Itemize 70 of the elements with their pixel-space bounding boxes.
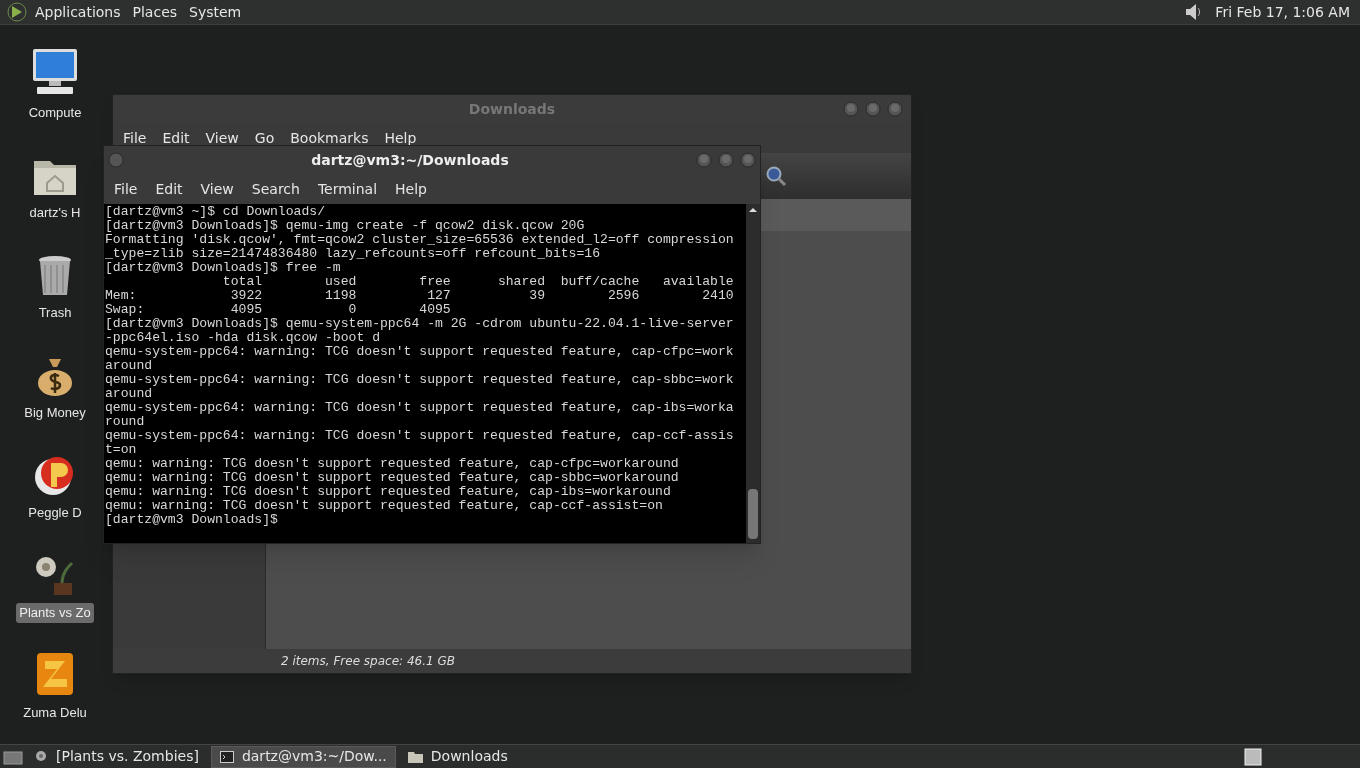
terminal-line: -ppc64el.iso -hda disk.qcow -boot d <box>105 331 381 345</box>
terminal-line: Formatting 'disk.qcow', fmt=qcow2 cluster_size=65536 extended_l2=off compression <box>105 233 735 247</box>
terminal-line: qemu-system-ppc64: warning: TCG doesn't support requested feature, cap-cfpc=work <box>105 345 735 359</box>
menu-item[interactable]: View <box>194 178 240 200</box>
panel-menu[interactable]: System <box>184 1 247 23</box>
taskbar-button[interactable]: [Plants vs. Zombies] <box>26 745 207 768</box>
window-control-icon[interactable] <box>865 101 881 117</box>
panel-menu[interactable]: Applications <box>30 1 126 23</box>
panel-menu[interactable]: Places <box>127 1 183 23</box>
desktop-icon-label[interactable]: Trash <box>35 303 75 323</box>
window-title: Downloads <box>467 99 557 119</box>
workspace-icon[interactable] <box>1244 747 1262 766</box>
terminal-line: around <box>105 359 154 373</box>
terminal-line: qemu-system-ppc64: warning: TCG doesn't support requested feature, cap-sbbc=work <box>105 373 735 387</box>
window-control-icon[interactable] <box>718 152 734 168</box>
menu-item[interactable]: Edit <box>158 127 194 149</box>
menu-item[interactable]: File <box>108 178 144 200</box>
desktop-icon-label[interactable]: Plants vs Zo <box>16 603 94 623</box>
menu-item[interactable]: Go <box>250 127 279 149</box>
menu-item[interactable]: Search <box>245 178 306 200</box>
terminal-line: total used free shared buff/cache available <box>221 275 735 289</box>
terminal-line: qemu-system-ppc64: warning: TCG doesn't support requested feature, cap-ccf-assis <box>105 429 735 443</box>
window-control-icon[interactable] <box>696 152 712 168</box>
taskbar-button[interactable]: dartz@vm3:~/Dow... <box>210 745 396 768</box>
scrollbar-thumb[interactable] <box>748 489 758 539</box>
terminal-line: t=on <box>105 443 138 457</box>
money-bag-icon <box>36 357 74 397</box>
terminal-line: _type=zlib size=21474836480 lazy_refcounts=off refcount_bits=16 <box>105 247 602 261</box>
terminal-line: [dartz@vm3 Downloads]$ qemu-img create -f qcow2 disk.qcow 20G <box>105 219 586 233</box>
terminal-line: qemu: warning: TCG doesn't support requested feature, cap-ibs=workaround <box>105 485 672 499</box>
menu-item[interactable]: Edit <box>149 178 189 200</box>
terminal-line: [dartz@vm3 Downloads]$ <box>105 513 279 527</box>
terminal-line: qemu: warning: TCG doesn't support requested feature, cap-sbbc=workaround <box>105 471 680 485</box>
terminal-line: Mem: 3922 1198 127 39 2596 2410 <box>105 289 735 303</box>
menu-item[interactable]: Help <box>389 178 433 200</box>
menu-item[interactable]: Bookmarks <box>286 127 373 149</box>
desktop-icon-label[interactable]: Compute <box>25 103 85 123</box>
window-control-icon[interactable] <box>843 101 859 117</box>
menu-item[interactable]: File <box>119 127 151 149</box>
terminal-line: round <box>105 415 146 429</box>
trash-icon <box>37 255 73 297</box>
clock[interactable]: Fri Feb 17, 1:06 AM <box>1215 1 1350 23</box>
scrollbar[interactable] <box>746 204 760 543</box>
terminal-line: around <box>105 387 154 401</box>
terminal-line: qemu-system-ppc64: warning: TCG doesn't support requested feature, cap-ibs=worka <box>105 401 735 415</box>
desktop-icon-label[interactable]: Peggle D <box>25 503 85 523</box>
terminal-line: [dartz@vm3 Downloads]$ qemu-system-ppc64 -m 2G -cdrom ubuntu-22.04.1-live-server <box>105 317 735 331</box>
window-title: dartz@vm3:~/Downloads <box>310 150 510 170</box>
window-control-icon[interactable] <box>740 152 756 168</box>
menu-item[interactable]: Terminal <box>311 178 384 200</box>
zuma-icon <box>35 651 75 697</box>
search-icon[interactable] <box>765 165 787 187</box>
distribution-logo-icon[interactable] <box>6 2 28 22</box>
desktop-icon-label[interactable]: Big Money <box>21 403 89 423</box>
window-control-icon[interactable] <box>887 101 903 117</box>
terminal-line: [dartz@vm3 ~]$ cd Downloads/ <box>105 205 326 219</box>
desktop-icon-label[interactable]: dartz's H <box>26 203 84 223</box>
terminal-line: qemu: warning: TCG doesn't support requested feature, cap-cfpc=workaround <box>105 457 680 471</box>
terminal-line: [dartz@vm3 Downloads]$ free -m <box>105 261 342 275</box>
status-text: 2 items, Free space: 46.1 GB <box>281 653 455 670</box>
menu-item[interactable]: View <box>201 127 243 149</box>
taskbar-button[interactable]: Downloads <box>399 745 516 768</box>
window-menu-icon[interactable] <box>108 152 124 168</box>
flower-icon <box>34 749 48 764</box>
terminal-icon <box>219 750 234 763</box>
desktop-icon-label[interactable]: Zuma Delu <box>20 703 90 723</box>
terminal-line: qemu: warning: TCG doesn't support requested feature, cap-ccf-assist=on <box>105 499 664 513</box>
menu-item[interactable]: Help <box>380 127 421 149</box>
terminal-line: Swap: 4095 0 4095 <box>105 303 452 317</box>
folder-icon <box>407 750 423 763</box>
